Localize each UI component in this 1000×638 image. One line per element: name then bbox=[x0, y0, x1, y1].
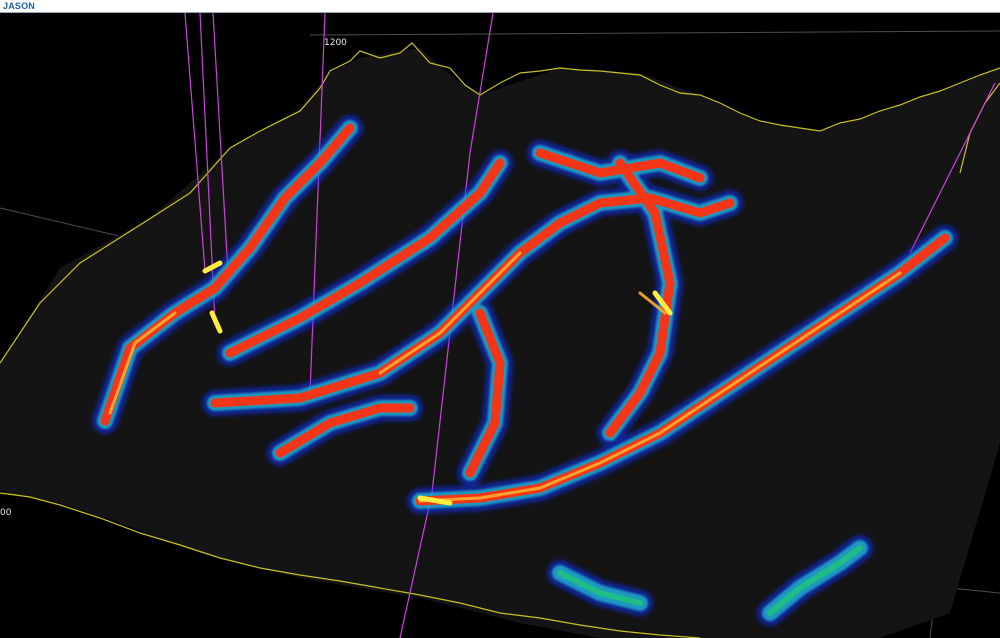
title-bar: JASON bbox=[0, 0, 1000, 13]
axis-tick-label-left: 00 bbox=[0, 508, 12, 518]
app-logo: JASON bbox=[3, 1, 36, 11]
axis-tick-label-top: 1200 bbox=[324, 38, 347, 48]
3d-viewport[interactable]: 1200 00 bbox=[0, 13, 1000, 638]
seismic-scene bbox=[0, 13, 1000, 638]
